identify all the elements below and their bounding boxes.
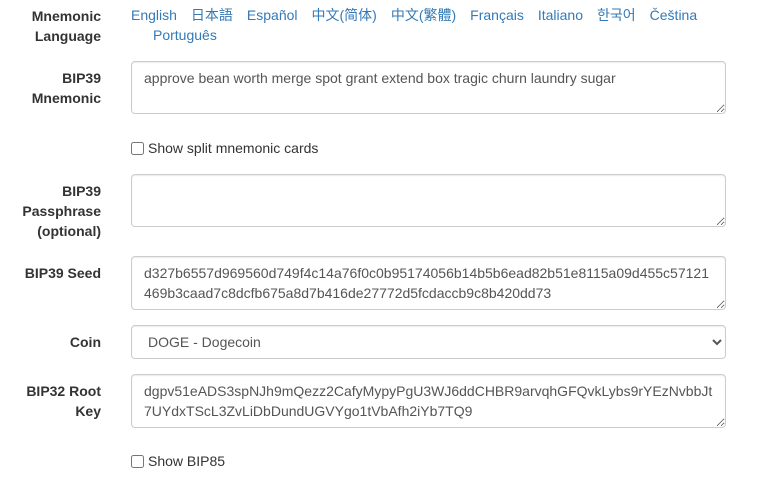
bip32-root-key-input[interactable]: dgpv51eADS3spNJh9mQezz2CafyMypyPgU3WJ6dd… <box>131 374 726 428</box>
language-link-italian[interactable]: Italiano <box>538 7 583 23</box>
language-list: English 日本語 Español 中文(简体) 中文(繁體) Français Ita… <box>131 5 731 45</box>
language-link-portuguese[interactable]: Português <box>153 27 217 43</box>
mnemonic-language-label: Mnemonic Language <box>31 8 101 44</box>
language-link-chinese-traditional[interactable]: 中文(繁體) <box>391 7 456 23</box>
language-link-chinese-simplified[interactable]: 中文(简体) <box>312 7 377 23</box>
language-link-french[interactable]: Français <box>470 7 524 23</box>
bip85-checkbox[interactable] <box>131 454 144 468</box>
bip32-root-key-label: BIP32 Root Key <box>26 383 101 419</box>
split-mnemonic-label: Show split mnemonic cards <box>148 140 319 156</box>
bip39-seed-input[interactable]: d327b6557d969560d749f4c14a76f0c0b9517405… <box>131 256 726 310</box>
bip39-mnemonic-input[interactable]: approve bean worth merge spot grant exte… <box>131 61 726 114</box>
bip39-passphrase-label: BIP39 Passphrase (optional) <box>22 183 101 239</box>
bip85-checkbox-row[interactable]: Show BIP85 <box>131 451 225 471</box>
language-link-czech[interactable]: Čeština <box>650 7 697 23</box>
language-link-korean[interactable]: 한국어 <box>597 7 636 23</box>
bip39-passphrase-input[interactable] <box>131 174 726 227</box>
bip39-mnemonic-label: BIP39 Mnemonic <box>31 70 101 106</box>
split-mnemonic-checkbox[interactable] <box>131 141 144 155</box>
split-mnemonic-checkbox-row[interactable]: Show split mnemonic cards <box>131 138 318 158</box>
coin-label: Coin <box>69 334 101 350</box>
language-link-japanese[interactable]: 日本語 <box>191 7 233 23</box>
coin-select[interactable]: DOGE - Dogecoin <box>131 325 726 359</box>
language-link-english[interactable]: English <box>131 7 177 23</box>
bip39-seed-label: BIP39 Seed <box>24 265 101 281</box>
bip85-label: Show BIP85 <box>148 453 226 469</box>
language-link-spanish[interactable]: Español <box>247 7 298 23</box>
